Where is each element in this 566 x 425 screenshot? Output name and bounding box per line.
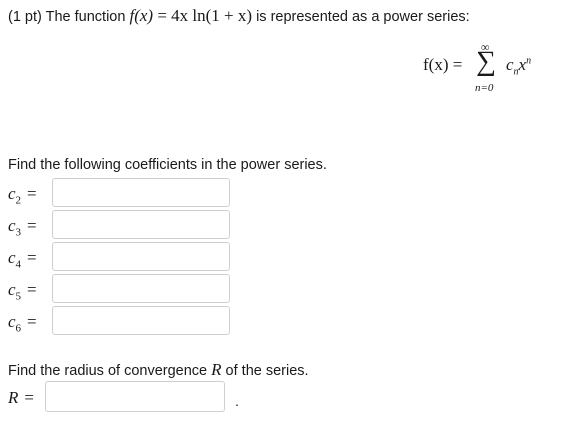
radius-symbol: R [211,360,222,379]
coefficient-row-c6: c6 = [8,306,238,336]
series-lhs: f(x) = [423,55,463,74]
coefficient-label: c6 = [8,312,37,335]
coefficient-row-c3: c3 = [8,210,238,240]
coefficient-label: c3 = [8,216,37,239]
radius-prompt: Find the radius of convergence R of the … [8,360,309,379]
c6-answer-input[interactable] [52,306,230,335]
term-var-exp: n [526,55,532,67]
function-expression: f(x) = 4x ln(1 + x) [129,6,252,25]
radius-row: R = . [8,381,258,413]
power-series-formula: f(x) = ∞ ∑ n=0 cnxn [423,40,553,100]
coefficient-row-c2: c2 = [8,178,238,208]
c3-answer-input[interactable] [52,210,230,239]
series-term: cnxn [506,55,531,77]
summation-sigma-icon: ∑ [476,46,496,77]
sum-lower-limit: n=0 [475,82,494,94]
suffix-text: is represented as a power series: [256,9,470,25]
coefficient-row-c5: c5 = [8,274,238,304]
radius-label: R = [8,388,34,407]
term-coef: c [506,55,514,74]
coefficient-label: c2 = [8,184,37,207]
trailing-period: . [235,393,239,409]
problem-statement: (1 pt) The function f(x) = 4x ln(1 + x) … [8,6,470,26]
radius-answer-input[interactable] [45,381,225,412]
coefficients-prompt: Find the following coefficients in the p… [8,157,327,173]
coefficient-label: c5 = [8,280,37,303]
function-lhs: f(x) [129,6,154,25]
intro-text: The function [45,9,126,25]
c5-answer-input[interactable] [52,274,230,303]
coefficient-row-c4: c4 = [8,242,238,272]
function-rhs: = 4x ln(1 + x) [157,6,253,25]
c2-answer-input[interactable] [52,178,230,207]
c4-answer-input[interactable] [52,242,230,271]
points-label: (1 pt) [8,9,42,25]
coefficient-label: c4 = [8,248,37,271]
term-var: x [518,55,527,74]
